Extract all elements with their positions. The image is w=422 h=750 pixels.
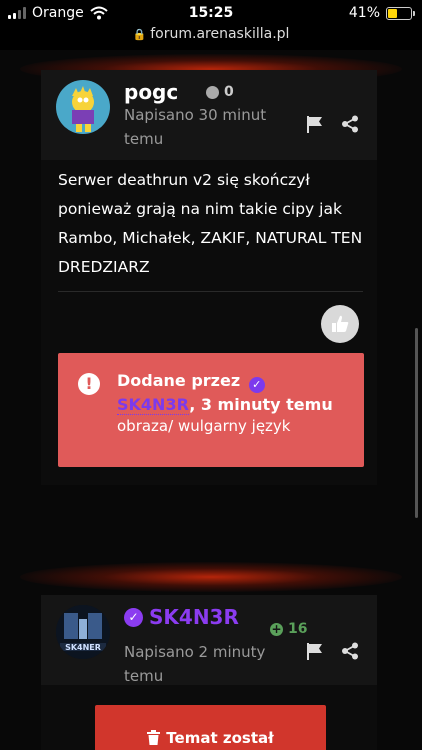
url-bar[interactable]: 🔒 forum.arenaskilla.pl bbox=[0, 26, 422, 46]
moderation-notice: ! Dodane przez ✓ SK4N3R, 3 minuty temu ob… bbox=[58, 353, 364, 467]
plus-icon: + bbox=[270, 621, 283, 636]
post-author-name: SK4N3R bbox=[149, 605, 239, 629]
post-header: SK4NER ✓ SK4N3R + 16 Napisano 2 minuty t… bbox=[41, 595, 377, 685]
thumbs-up-icon bbox=[332, 315, 349, 332]
status-bar: Orange 15:25 41% bbox=[0, 0, 422, 28]
decorative-glow bbox=[20, 562, 402, 592]
share-icon[interactable] bbox=[341, 115, 359, 133]
moderation-time: , 3 minuty temu bbox=[189, 395, 333, 414]
moderation-reason: obraza/ wulgarny język bbox=[117, 417, 291, 435]
post-timestamp: Napisano 2 minuty temu bbox=[124, 643, 266, 685]
reputation-count: 0 bbox=[224, 84, 234, 100]
moderator-badge-icon: ✓ bbox=[248, 377, 265, 393]
battery-icon bbox=[386, 6, 415, 20]
url-domain: forum.arenaskilla.pl bbox=[150, 26, 290, 42]
topic-locked-label: Temat został bbox=[166, 729, 274, 747]
moderator-link[interactable]: SK4N3R bbox=[117, 395, 190, 415]
moderation-header: Dodane przez ✓ SK4N3R, 3 minuty temu bbox=[117, 369, 357, 417]
share-icon[interactable] bbox=[341, 642, 359, 660]
post: pogc 0 Napisano 30 minut temu Serwer dea… bbox=[41, 70, 377, 485]
scrollbar[interactable] bbox=[415, 328, 418, 518]
post-divider bbox=[58, 291, 363, 292]
moderation-prefix: Dodane przez bbox=[117, 371, 241, 390]
post-author[interactable]: pogc bbox=[124, 80, 178, 104]
flag-icon[interactable] bbox=[306, 642, 324, 660]
post-header: pogc 0 Napisano 30 minut temu bbox=[41, 70, 377, 160]
post-timestamp: Napisano 30 minut temu bbox=[124, 106, 267, 148]
reputation-badge: + 16 bbox=[270, 621, 307, 637]
topic-locked-button[interactable]: Temat został bbox=[95, 705, 326, 750]
trash-icon bbox=[147, 705, 161, 750]
post-content: Serwer deathrun v2 się skończył ponieważ… bbox=[58, 171, 363, 276]
flag-icon[interactable] bbox=[306, 115, 324, 133]
like-button[interactable] bbox=[321, 305, 359, 343]
exclamation-icon: ! bbox=[78, 373, 100, 395]
battery-percent: 41% bbox=[348, 5, 380, 21]
avatar[interactable] bbox=[56, 80, 110, 134]
reputation-count: 16 bbox=[288, 621, 308, 637]
reputation-badge: 0 bbox=[206, 84, 234, 100]
status-right: 41% bbox=[348, 5, 415, 21]
avatar-text: SK4NER bbox=[65, 643, 101, 652]
moderator-badge-icon: ✓ bbox=[124, 607, 143, 627]
avatar[interactable]: SK4NER bbox=[56, 605, 110, 659]
reputation-icon bbox=[206, 85, 219, 99]
lock-icon: 🔒 bbox=[132, 28, 147, 41]
post-author[interactable]: ✓ SK4N3R bbox=[124, 605, 239, 629]
